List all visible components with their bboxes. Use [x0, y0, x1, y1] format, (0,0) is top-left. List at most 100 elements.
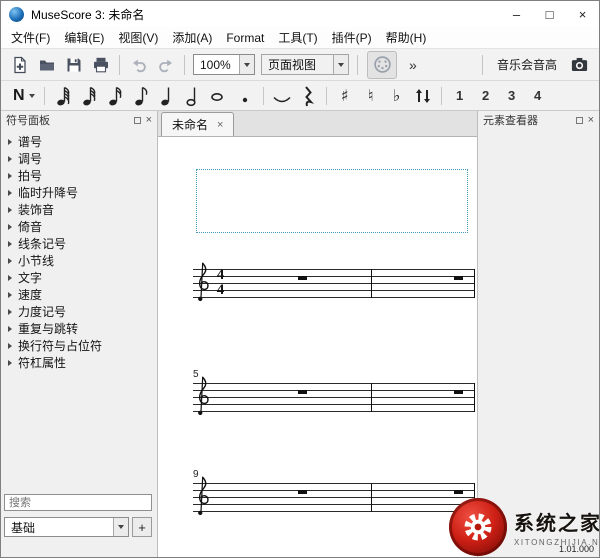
chevron-down-icon[interactable] — [28, 93, 35, 98]
undock-panel-icon[interactable] — [575, 116, 583, 124]
palette-item[interactable]: 重复与跳转 — [1, 320, 157, 337]
menu-item[interactable]: 帮助(H) — [379, 27, 434, 49]
workspace-select[interactable]: 基础 — [4, 517, 129, 537]
staff-line — [193, 411, 474, 412]
palette-item[interactable]: 符杠属性 — [1, 354, 157, 371]
rest-button[interactable] — [295, 84, 321, 108]
treble-clef[interactable] — [195, 261, 210, 309]
flat-button[interactable]: ♭ — [384, 84, 410, 108]
close-button[interactable]: × — [566, 1, 599, 27]
close-tab-icon[interactable]: × — [217, 119, 223, 131]
chevron-down-icon[interactable] — [239, 55, 254, 74]
expand-arrow-icon — [8, 172, 12, 179]
palette-item[interactable]: 倚音 — [1, 218, 157, 235]
palette-item-label: 文字 — [18, 271, 43, 285]
chevron-down-icon[interactable] — [113, 518, 128, 536]
whole-rest[interactable] — [298, 276, 307, 280]
title-frame[interactable] — [196, 169, 468, 233]
add-workspace-button[interactable]: + — [132, 517, 152, 537]
note-input-mode-button[interactable]: N — [9, 87, 39, 105]
score-canvas[interactable]: 44 5 9 — [158, 137, 477, 557]
staff-line — [193, 383, 474, 384]
palette-item-label: 小节线 — [18, 254, 55, 268]
note-quarter-button[interactable] — [154, 84, 180, 108]
natural-icon: ♮ — [367, 85, 374, 105]
staff-line — [193, 269, 474, 270]
new-score-button[interactable] — [6, 52, 33, 78]
note-whole-button[interactable] — [206, 84, 232, 108]
menu-item[interactable]: 插件(P) — [325, 27, 379, 49]
palette-item[interactable]: 调号 — [1, 150, 157, 167]
redo-button[interactable] — [152, 52, 179, 78]
concert-pitch-button[interactable]: 音乐会音高 — [488, 56, 566, 73]
expand-arrow-icon — [8, 274, 12, 281]
menu-item[interactable]: Format — [219, 27, 271, 49]
tie-button[interactable] — [269, 84, 295, 108]
treble-clef[interactable] — [195, 375, 210, 423]
whole-rest[interactable] — [454, 390, 463, 394]
menu-item[interactable]: 编辑(E) — [57, 27, 111, 49]
note-8th-button[interactable] — [128, 84, 154, 108]
sharp-button[interactable]: ♯ — [332, 84, 358, 108]
palette-item[interactable]: 力度记号 — [1, 303, 157, 320]
staff-line — [193, 511, 474, 512]
flip-direction-button[interactable] — [410, 84, 436, 108]
save-button[interactable] — [60, 52, 87, 78]
palette-item-label: 符杠属性 — [18, 356, 67, 370]
toolbar-separator — [481, 54, 483, 75]
menu-item[interactable]: 添加(A) — [165, 27, 219, 49]
palette-item[interactable]: 文字 — [1, 269, 157, 286]
expand-arrow-icon — [8, 325, 12, 332]
close-panel-icon[interactable]: × — [588, 114, 594, 126]
workspace-value: 基础 — [11, 520, 36, 535]
minimize-button[interactable]: – — [500, 1, 533, 27]
palette-item[interactable]: 速度 — [1, 286, 157, 303]
open-file-button[interactable] — [33, 52, 60, 78]
voice-2-button[interactable]: 2 — [474, 85, 498, 107]
toolbar-overflow-button[interactable]: » — [401, 57, 425, 73]
whole-rest[interactable] — [298, 390, 307, 394]
close-panel-icon[interactable]: × — [146, 114, 152, 126]
palette-item[interactable]: 拍号 — [1, 167, 157, 184]
menu-item[interactable]: 文件(F) — [4, 27, 57, 49]
note-32nd-button[interactable] — [76, 84, 102, 108]
menu-item[interactable]: 工具(T) — [271, 27, 324, 49]
score-tab[interactable]: 未命名 × — [161, 112, 235, 136]
palette-item-label: 调号 — [18, 152, 43, 166]
palette-item[interactable]: 线条记号 — [1, 235, 157, 252]
palette-item[interactable]: 临时升降号 — [1, 184, 157, 201]
voice-4-button[interactable]: 4 — [526, 85, 550, 107]
natural-button[interactable]: ♮ — [358, 84, 384, 108]
palette-item[interactable]: 小节线 — [1, 252, 157, 269]
whole-rest[interactable] — [454, 276, 463, 280]
whole-rest[interactable] — [298, 490, 307, 494]
augmentation-dot-button[interactable] — [232, 84, 258, 108]
midi-input-button[interactable] — [367, 50, 397, 79]
voice-1-button[interactable]: 1 — [448, 85, 472, 107]
measure-number: 9 — [193, 469, 199, 480]
menu-item[interactable]: 视图(V) — [111, 27, 165, 49]
maximize-button[interactable]: □ — [533, 1, 566, 27]
palette-search-input[interactable] — [4, 494, 152, 511]
note-16th-button[interactable] — [102, 84, 128, 108]
undock-panel-icon[interactable] — [133, 116, 141, 124]
palette-item[interactable]: 谱号 — [1, 133, 157, 150]
toolbar-separator — [184, 54, 185, 75]
note-64th-button[interactable] — [50, 84, 76, 108]
note-half-button[interactable] — [180, 84, 206, 108]
toolbar-separator — [325, 86, 327, 105]
camera-button[interactable] — [566, 52, 593, 78]
staff-line — [193, 497, 474, 498]
whole-rest[interactable] — [454, 490, 463, 494]
score-tab-bar: 未命名 × — [158, 111, 477, 137]
time-signature[interactable]: 44 — [214, 268, 227, 297]
palette-item[interactable]: 换行符与占位符 — [1, 337, 157, 354]
voice-3-button[interactable]: 3 — [500, 85, 524, 107]
zoom-select[interactable]: 100% — [193, 54, 255, 75]
undo-button[interactable] — [125, 52, 152, 78]
view-mode-select[interactable]: 页面视图 — [261, 54, 349, 75]
chevron-down-icon[interactable] — [333, 55, 348, 74]
palette-item[interactable]: 装饰音 — [1, 201, 157, 218]
treble-clef[interactable] — [195, 475, 210, 523]
print-button[interactable] — [87, 52, 114, 78]
